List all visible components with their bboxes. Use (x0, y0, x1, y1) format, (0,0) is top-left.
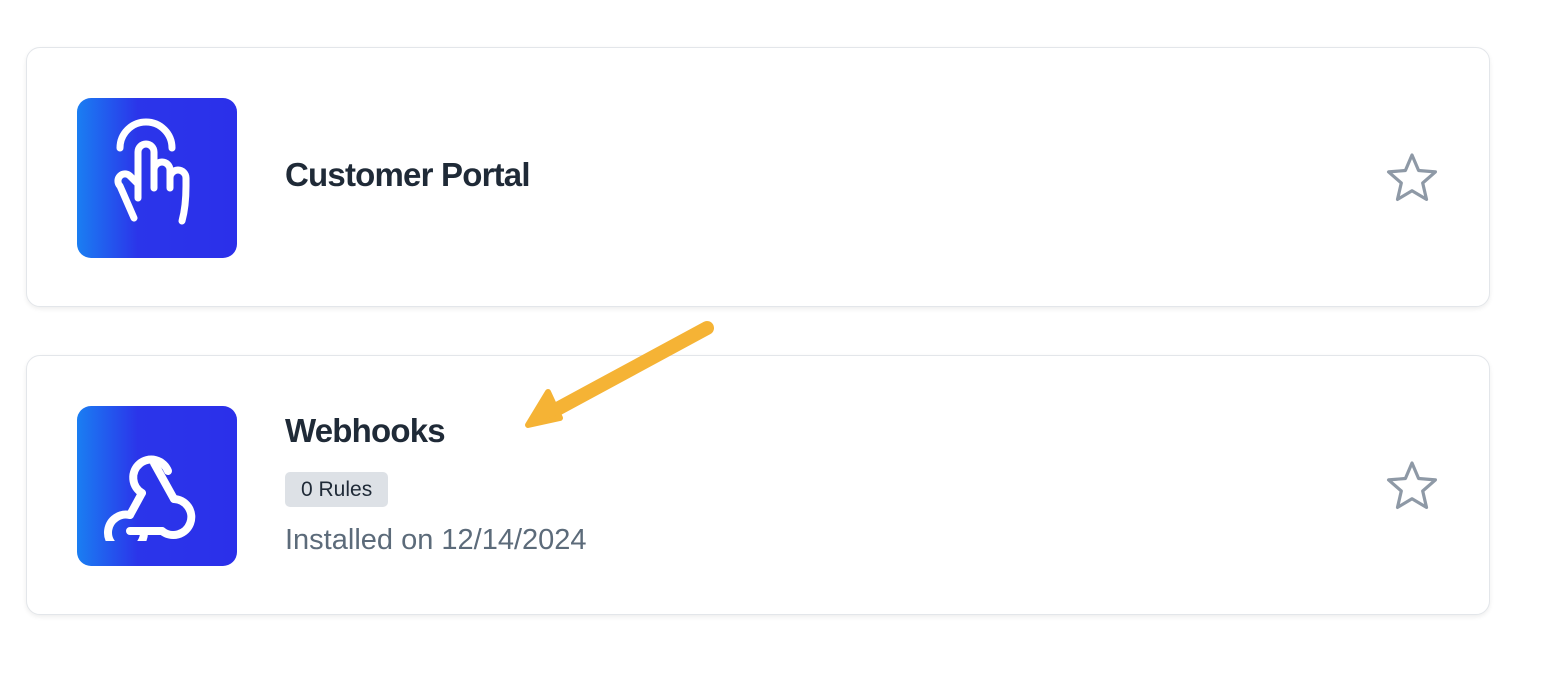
touch-hand-icon (77, 98, 237, 258)
webhook-icon (77, 406, 237, 566)
installed-date: Installed on 12/14/2024 (285, 524, 587, 556)
star-icon[interactable] (1383, 458, 1441, 516)
app-name[interactable]: Customer Portal (285, 158, 531, 191)
rules-count-badge: 0 Rules (285, 472, 389, 507)
star-icon[interactable] (1383, 150, 1441, 208)
app-card-webhooks[interactable]: Webhooks 0 Rules Installed on 12/14/2024 (26, 355, 1490, 615)
app-card-customer-portal[interactable]: Customer Portal (26, 47, 1490, 307)
app-name[interactable]: Webhooks (285, 414, 446, 447)
